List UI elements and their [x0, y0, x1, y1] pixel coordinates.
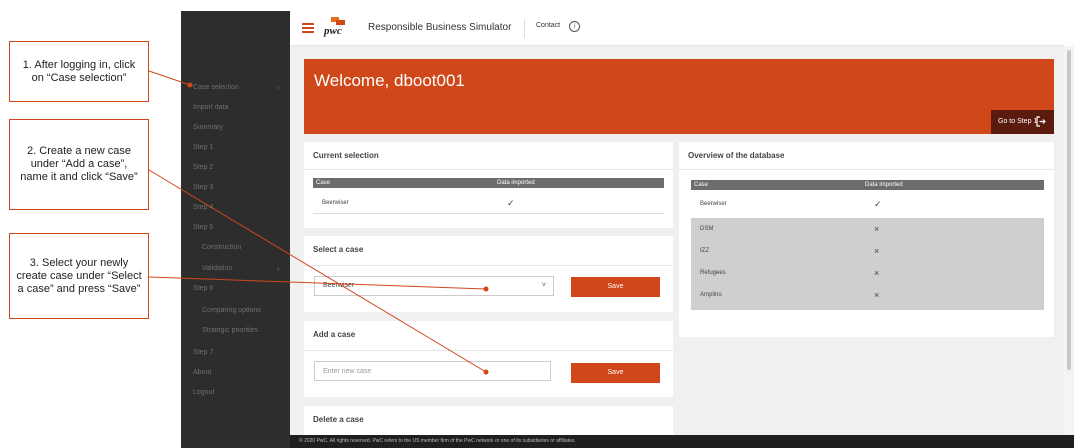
add-case-card: Add a case Save: [304, 321, 673, 397]
cross-icon: ×: [874, 268, 880, 278]
sidebar-item-step-4[interactable]: Step 4: [193, 204, 213, 211]
sidebar-item-case-selection[interactable]: Case selection: [193, 84, 239, 91]
callout-text: 3. Select your newly create case under “…: [16, 256, 142, 295]
sidebar-item-summary[interactable]: Summary: [193, 124, 223, 131]
case-select-dropdown[interactable]: Beerwiser ˅: [314, 276, 554, 296]
table-row: IZZ ×: [691, 240, 1044, 262]
vertical-scrollbar[interactable]: [1064, 46, 1074, 435]
chevron-right-icon: ›: [277, 264, 280, 273]
check-icon: ✓: [874, 199, 882, 209]
top-header: pwc Responsible Business Simulator Conta…: [290, 11, 1064, 46]
sidebar-item-construction[interactable]: Construction: [202, 244, 241, 251]
add-case-save-button[interactable]: Save: [571, 363, 660, 383]
new-case-input[interactable]: [314, 361, 551, 381]
table-row: Amplino ×: [691, 284, 1044, 310]
scrollbar-thumb[interactable]: [1067, 50, 1071, 370]
cross-icon: ×: [874, 290, 880, 300]
current-selection-card: Current selection Case Data imported Bee…: [304, 142, 673, 228]
callout-case-selection: 1. After logging in, click on “Case sele…: [9, 41, 149, 102]
table-row: DSM ×: [691, 218, 1044, 240]
sidebar-item-import-data[interactable]: Import data: [193, 104, 228, 111]
check-icon: ✓: [507, 198, 515, 208]
main-content: Welcome, dboot001 Go to Step 1 Current s…: [290, 46, 1064, 435]
info-icon[interactable]: i: [569, 21, 580, 32]
welcome-text: Welcome, dboot001: [314, 71, 465, 90]
card-title: Overview of the database: [688, 151, 785, 160]
cross-icon: ×: [874, 246, 880, 256]
welcome-banner: Welcome, dboot001 Go to Step 1: [304, 59, 1054, 134]
sidebar-item-validation[interactable]: Validation: [202, 265, 232, 272]
sidebar-item-step-6[interactable]: Step 6: [193, 285, 213, 292]
table-row: Beerwiser ✓: [691, 193, 1044, 215]
sidebar-item-step-2[interactable]: Step 2: [193, 164, 213, 171]
sidebar-item-step-3[interactable]: Step 3: [193, 184, 213, 191]
table-header: Case Data imported: [313, 178, 664, 188]
select-case-card: Select a case Beerwiser ˅ Save: [304, 236, 673, 312]
sidebar-item-step-7[interactable]: Step 7: [193, 349, 213, 356]
sidebar-item-logout[interactable]: Logout: [193, 389, 214, 396]
chevron-down-icon: ˅: [541, 282, 546, 289]
card-title: Add a case: [313, 330, 356, 339]
table-row: Refugees ×: [691, 262, 1044, 284]
table-row: Beerwiser ✓: [313, 192, 664, 214]
chevron-right-icon: ›: [277, 83, 280, 92]
sidebar-item-step-1[interactable]: Step 1: [193, 144, 213, 151]
card-title: Delete a case: [313, 415, 364, 424]
exit-arrow-icon: [1036, 116, 1046, 127]
cross-icon: ×: [874, 224, 880, 234]
app-title: Responsible Business Simulator: [368, 22, 512, 33]
select-case-save-button[interactable]: Save: [571, 277, 660, 297]
hamburger-menu-icon[interactable]: [302, 23, 314, 33]
sidebar: Case selection › Import data Summary Ste…: [181, 11, 290, 448]
callout-text: 2. Create a new case under “Add a case”,…: [20, 145, 138, 183]
callout-add-case: 2. Create a new case under “Add a case”,…: [9, 119, 149, 210]
header-divider: [524, 19, 525, 38]
card-title: Current selection: [313, 151, 379, 160]
go-to-step-1-label: Go to Step 1: [998, 118, 1038, 125]
sidebar-item-about[interactable]: About: [193, 369, 211, 376]
database-overview-card: Overview of the database Case Data impor…: [679, 142, 1054, 337]
delete-case-card: Delete a case: [304, 406, 673, 435]
sidebar-item-strategic-priorities[interactable]: Strategic priorities: [202, 327, 258, 334]
callout-select-case: 3. Select your newly create case under “…: [9, 233, 149, 319]
contact-link[interactable]: Contact: [536, 22, 560, 29]
card-title: Select a case: [313, 245, 364, 254]
table-header: Case Data imported: [691, 180, 1044, 190]
callout-text: 1. After logging in, click on “Case sele…: [22, 58, 136, 84]
sidebar-item-step-5[interactable]: Step 5: [193, 224, 213, 231]
pwc-logo: pwc: [322, 15, 350, 41]
go-to-step-1-button[interactable]: Go to Step 1: [991, 110, 1054, 134]
footer: © 2020 PwC. All rights reserved. PwC ref…: [290, 435, 1074, 448]
sidebar-item-comparing-options[interactable]: Comparing options: [202, 307, 261, 314]
